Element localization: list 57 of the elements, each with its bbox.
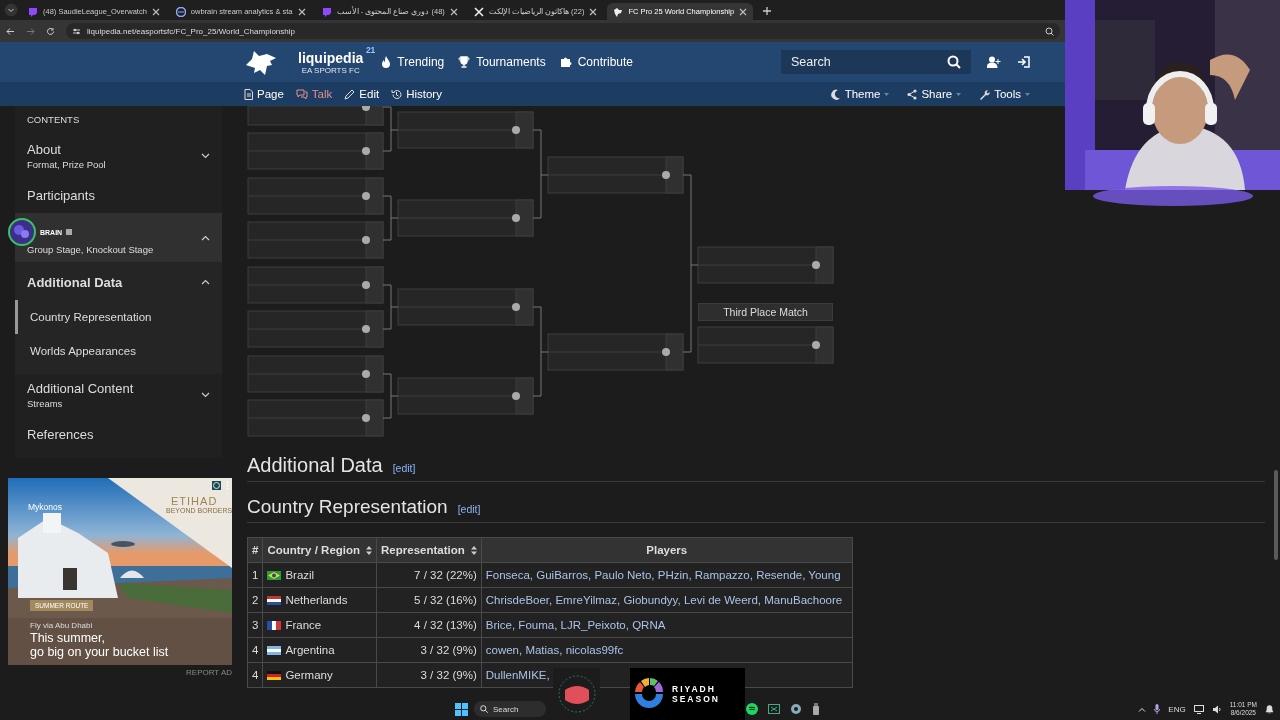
tool-menu[interactable]: Tools — [979, 88, 1030, 100]
page-tab[interactable]: Page — [244, 88, 284, 100]
edit-link[interactable]: [edit] — [457, 503, 481, 515]
table-cell: 4 — [247, 662, 263, 688]
nav-link[interactable]: Tournaments — [458, 55, 546, 69]
table-cell: 2 — [247, 587, 263, 613]
column-header[interactable]: Representation — [376, 537, 482, 563]
address-bar[interactable]: liquipedia.net/easportsfc/FC_Pro_25/World_Championship — [66, 23, 1060, 39]
table-cell: 1 — [247, 562, 263, 588]
table-cell: 7 / 32 (22%) — [376, 562, 482, 588]
toc-item[interactable]: References — [15, 416, 222, 452]
table-cell: 3 / 32 (9%) — [376, 662, 482, 688]
country-cell: Germany — [262, 662, 377, 688]
tool-menu[interactable]: Theme — [830, 88, 890, 100]
section-heading: Additional Data — [247, 454, 383, 477]
brand-name: ETIHAD — [171, 495, 218, 507]
country-cell: Netherlands — [262, 587, 377, 613]
toc-item[interactable]: Additional Content Streams — [15, 374, 222, 416]
toc-item[interactable]: Participants — [15, 177, 222, 213]
table-cell: 3 / 32 (9%) — [376, 637, 482, 663]
table-cell: 5 / 32 (16%) — [376, 587, 482, 613]
player-list[interactable]: cowen, Matias, nicolas99fc — [485, 644, 624, 656]
toc-subitem[interactable]: Country Representation — [15, 300, 222, 334]
table-cell: 4 — [247, 637, 263, 663]
ad-subtitle: Fly via Abu Dhabi — [30, 621, 93, 630]
page-tab[interactable]: History — [391, 88, 442, 100]
country-cell: Brazil — [262, 562, 377, 588]
column-header: # — [247, 537, 263, 563]
toc-item[interactable]: Additional Data — [15, 264, 222, 300]
taskbar-search[interactable]: Search — [474, 701, 546, 717]
report-ad-link[interactable]: REPORT AD — [0, 668, 232, 677]
table-cell: 4 / 32 (13%) — [376, 612, 482, 638]
wiki-name: EA SPORTS FC — [301, 65, 360, 75]
tool-menu[interactable]: Share — [907, 88, 962, 100]
nav-link[interactable]: Trending — [381, 55, 445, 69]
contents-heading: CONTENTS — [26, 114, 81, 127]
page-tab[interactable]: Edit — [344, 88, 380, 100]
language-indicator[interactable]: ENG — [1168, 704, 1186, 714]
edit-link[interactable]: [edit] — [392, 462, 416, 474]
sponsor-name: RIYADH SEASON — [672, 684, 720, 704]
player-list[interactable]: DullenMIKE, — [485, 669, 550, 681]
third-place-label: Third Place Match — [698, 303, 833, 321]
site-name[interactable]: liquipedia — [298, 49, 364, 66]
toc-item[interactable]: About Format, Prize Pool — [15, 135, 222, 177]
country-cell: France — [262, 612, 377, 638]
nav-link[interactable]: Contribute — [559, 55, 633, 69]
section-heading: Country Representation — [247, 496, 448, 518]
ad-headline: This summer, go big on your bucket list — [30, 631, 169, 659]
column-header: Players — [481, 537, 853, 563]
version-number: 21 — [365, 44, 376, 55]
country-cell: Argentina — [262, 637, 377, 663]
table-cell: 3 — [247, 612, 263, 638]
toc-subitem[interactable]: Worlds Appearances — [15, 334, 222, 368]
search-field[interactable]: Search — [781, 50, 971, 74]
column-header[interactable]: Country / Region — [262, 537, 377, 563]
location-label: Mykonos — [28, 502, 62, 512]
page-tab[interactable]: Talk — [295, 88, 333, 100]
